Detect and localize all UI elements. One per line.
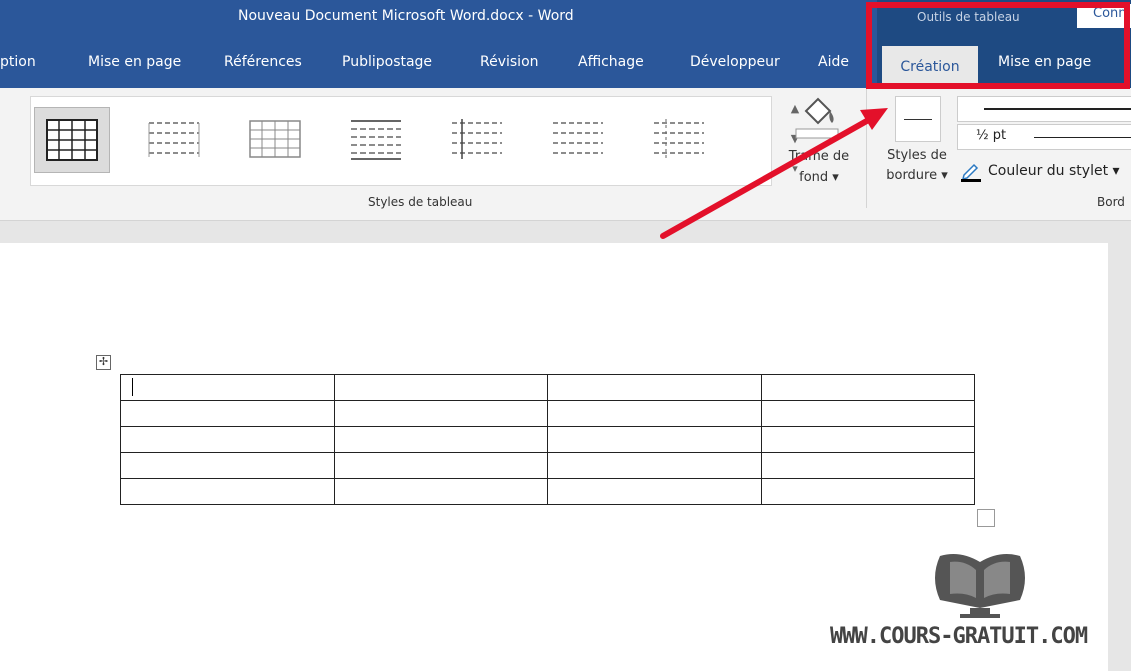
table-styles-gallery: ▲ ▼ ▾ [30,96,799,186]
text-cursor [132,378,133,396]
pen-icon [961,163,981,182]
pen-color-button[interactable]: Couleur du stylet ▾ [960,160,1120,182]
paint-bucket-icon [795,97,839,139]
border-styles-button[interactable]: Styles de bordure ▾ [880,146,954,186]
table-style-grid[interactable] [34,107,110,173]
table-cell[interactable] [120,452,335,479]
border-styles-label-line2: bordure ▾ [886,168,948,183]
tab-affichage[interactable]: Affichage [578,54,644,70]
table-cell[interactable] [120,478,335,505]
line-style-dropdown[interactable] [957,96,1131,122]
move-icon: ✢ [98,355,109,368]
borders-group-label: Bord [1097,195,1125,209]
tab-revision[interactable]: Révision [480,54,539,70]
table-cell[interactable] [333,400,548,427]
table-cell[interactable] [333,478,548,505]
table-cell[interactable] [760,374,975,401]
tab-conception[interactable]: ption [0,54,36,70]
tab-developpeur[interactable]: Développeur [690,54,780,70]
border-styles-label-line1: Styles de [887,148,947,163]
highlight-box [866,2,1130,89]
table-cell[interactable] [333,426,548,453]
tab-aide[interactable]: Aide [818,54,849,70]
table-cell[interactable] [333,452,548,479]
table-style-first-column[interactable] [438,107,514,173]
ribbon: ▲ ▼ ▾ Styles de tableau Trame de fond ▾ … [0,88,1131,221]
table-cell[interactable] [120,426,335,453]
table-cell[interactable] [760,400,975,427]
document-table[interactable] [120,374,975,505]
shading-label-line2: fond ▾ [799,170,839,185]
book-logo-icon [935,554,1025,618]
tab-references[interactable]: Références [224,54,302,70]
table-style-light-grid[interactable] [236,107,312,173]
table-style-header-lines[interactable] [337,107,413,173]
table-resize-handle[interactable] [977,509,995,527]
table-cell[interactable] [760,478,975,505]
table-row [120,452,975,479]
watermark: WWW.COURS-GRATUIT.COM [830,548,1130,668]
table-row [120,478,975,505]
line-weight-value: ½ pt [976,128,1007,143]
table-row [120,426,975,453]
table-cell[interactable] [547,400,762,427]
pen-color-label: Couleur du stylet ▾ [988,163,1120,179]
table-cell[interactable] [547,374,762,401]
table-row [120,400,975,427]
shading-label-line1: Trame de [788,149,850,164]
line-weight-dropdown[interactable]: ½ pt [957,124,1131,150]
table-style-dashed-column[interactable] [640,107,716,173]
border-style-preview [895,96,941,142]
table-cell[interactable] [760,452,975,479]
table-cell[interactable] [333,374,548,401]
tab-publipostage[interactable]: Publipostage [342,54,432,70]
table-row [120,374,975,401]
group-separator [866,88,867,208]
styles-group-label: Styles de tableau [368,195,473,209]
table-move-handle[interactable]: ✢ [96,355,111,370]
table-style-dashed-rows[interactable] [539,107,615,173]
tab-mise-en-page[interactable]: Mise en page [88,54,181,70]
table-cell[interactable] [120,400,335,427]
table-cell[interactable] [547,426,762,453]
table-style-plain-dashed[interactable] [135,107,211,173]
shading-button[interactable]: Trame de fond ▾ [780,146,858,188]
table-cell[interactable] [547,452,762,479]
table-cell[interactable] [120,374,335,401]
window-title: Nouveau Document Microsoft Word.docx - W… [238,8,574,24]
watermark-url: WWW.COURS-GRATUIT.COM [830,624,1088,649]
table-cell[interactable] [547,478,762,505]
table-cell[interactable] [760,426,975,453]
